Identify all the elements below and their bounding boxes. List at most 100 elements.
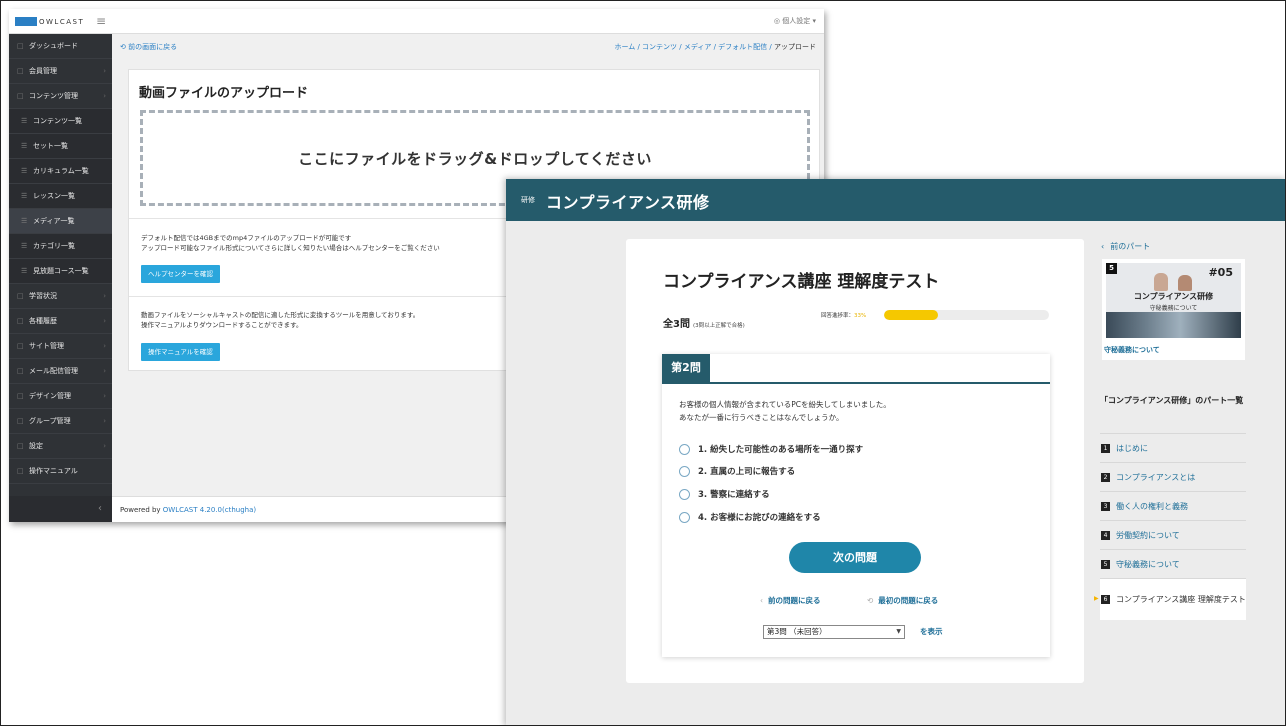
sidebar-item[interactable]: ☰ コンテンツ一覧: [9, 109, 112, 134]
choice-2[interactable]: 2. 直属の上司に報告する: [679, 464, 795, 478]
sidebar-item-label: メール配信管理: [29, 367, 78, 375]
upload-title: 動画ファイルのアップロード: [139, 86, 309, 101]
menu-icon: □: [17, 92, 24, 100]
sidebar-item[interactable]: □ ダッシュボード: [9, 34, 112, 59]
prev-part-card[interactable]: 5 #05 コンプライアンス研修 守秘義務について 守秘義務について: [1102, 259, 1245, 360]
radio-button[interactable]: [679, 465, 690, 477]
part-list-item[interactable]: 2 コンプライアンスとは: [1100, 462, 1246, 491]
breadcrumb-links[interactable]: ホーム / コンテンツ / メディア / デフォルト配信 /: [614, 43, 774, 51]
radio-button[interactable]: [679, 488, 690, 500]
chevron-down-icon: ▼: [896, 628, 901, 635]
pass-note: (3問以上正解で合格): [692, 323, 745, 329]
sidebar-item-label: 見放題コース一覧: [33, 267, 89, 275]
sidebar-item-label: ダッシュボード: [29, 42, 78, 50]
choice-1[interactable]: 1. 紛失した可能性のある場所を一通り探す: [679, 442, 863, 456]
sidebar-item-label: 会員管理: [29, 67, 57, 75]
sidebar-item[interactable]: ☰ セット一覧: [9, 134, 112, 159]
part-thumbnail[interactable]: 5 #05 コンプライアンス研修 守秘義務について: [1106, 263, 1241, 338]
show-question-link[interactable]: を表示: [920, 626, 943, 637]
sidebar-item[interactable]: □ 操作マニュアル: [9, 459, 112, 484]
part-number-badge: 3: [1101, 501, 1110, 511]
footer-prefix: Powered by: [120, 506, 163, 514]
total-count: 全3問: [663, 319, 690, 330]
part-number-badge: 1: [1101, 443, 1110, 453]
menu-icon: □: [17, 467, 24, 475]
question-box: 第2問 お客様の個人情報が含まれているPCを紛失してしまいました。 あなたが一番…: [662, 354, 1050, 657]
question-select[interactable]: 第3問 （未回答） ▼: [763, 625, 905, 639]
part-list-item[interactable]: 1 はじめに: [1100, 433, 1246, 462]
rate-value: 33%: [854, 313, 867, 319]
progress-bar-fill: [884, 310, 939, 320]
current-marker-icon: ▶: [1094, 595, 1099, 602]
list-icon: ☰: [21, 117, 28, 125]
prev-part-link[interactable]: ‹ 前のパート: [1101, 241, 1150, 252]
part-label: コンプライアンスとは: [1116, 472, 1196, 482]
sidebar-item[interactable]: □ サイト管理 ›: [9, 334, 112, 359]
prev-part-title-link[interactable]: 守秘義務について: [1104, 345, 1160, 355]
sidebar-item[interactable]: □ 会員管理 ›: [9, 59, 112, 84]
prev-question-link[interactable]: ‹ 前の問題に戻る: [760, 595, 821, 606]
sidebar-collapse-icon[interactable]: ‹: [9, 496, 112, 522]
part-number-badge: 4: [1101, 530, 1110, 540]
sidebar-item[interactable]: ☰ カリキュラム一覧: [9, 159, 112, 184]
chevron-right-icon: ›: [103, 392, 106, 400]
choice-4[interactable]: 4. お客様にお詫びの連絡をする: [679, 510, 821, 524]
part-number-badge: 2: [1101, 472, 1110, 482]
menu-icon: □: [17, 292, 24, 300]
next-question-button[interactable]: 次の問題: [789, 542, 921, 573]
sidebar-item[interactable]: □ グループ管理 ›: [9, 409, 112, 434]
sidebar-item[interactable]: □ メール配信管理 ›: [9, 359, 112, 384]
course-tag: 研修: [521, 196, 535, 204]
sidebar-item[interactable]: □ コンテンツ管理 ›: [9, 84, 112, 109]
chevron-right-icon: ›: [103, 442, 106, 450]
footer-version-link[interactable]: OWLCAST 4.20.0(cthugha): [163, 506, 256, 514]
part-list-item[interactable]: 3 働く人の権利と義務: [1100, 491, 1246, 520]
manual-button[interactable]: 操作マニュアルを確認: [141, 343, 220, 361]
sidebar-item[interactable]: □ 学習状況 ›: [9, 284, 112, 309]
chevron-right-icon: ›: [103, 67, 106, 75]
restart-icon: ⟲: [867, 596, 874, 605]
owlcast-logo[interactable]: OWLCAST: [15, 15, 84, 28]
part-list-item[interactable]: 4 労働契約について: [1100, 520, 1246, 549]
radio-button[interactable]: [679, 511, 690, 523]
convert-info-text: 動画ファイルをソーシャルキャストの配信に適した形式に変換するツールを用意しており…: [141, 310, 419, 330]
back-link-label: 前の画面に戻る: [128, 43, 178, 51]
back-link[interactable]: ⟲ 前の画面に戻る: [120, 42, 177, 52]
part-label: 守秘義務について: [1116, 559, 1180, 569]
chevron-left-icon: ‹: [1101, 242, 1105, 251]
sidebar-item[interactable]: □ 各種履歴 ›: [9, 309, 112, 334]
hamburger-menu-icon[interactable]: ≡: [96, 14, 106, 28]
part-list-title: 「コンプライアンス研修」のパート一覧: [1100, 396, 1244, 405]
sidebar-item[interactable]: ☰ カテゴリ一覧: [9, 234, 112, 259]
part-list-item[interactable]: 5 守秘義務について: [1100, 549, 1246, 578]
sidebar-item[interactable]: ☰ メディア一覧: [9, 209, 112, 234]
list-icon: ☰: [21, 167, 28, 175]
sidebar-item-label: カリキュラム一覧: [33, 167, 89, 175]
radio-button[interactable]: [679, 443, 690, 455]
sidebar-item[interactable]: ☰ レッスン一覧: [9, 184, 112, 209]
list-icon: ☰: [21, 192, 28, 200]
choice-3[interactable]: 3. 警察に連絡する: [679, 487, 770, 501]
choice-label: 3. 警察に連絡する: [698, 490, 770, 500]
choice-label: 4. お客様にお詫びの連絡をする: [698, 513, 821, 523]
thumbnail-photo: [1106, 312, 1241, 338]
sidebar-item-label: メディア一覧: [33, 217, 75, 225]
convert-info-line-2: 操作マニュアルよりダウンロードすることができます。: [141, 321, 303, 329]
sidebar-item-label: 操作マニュアル: [29, 467, 78, 475]
prev-question-label: 前の問題に戻る: [768, 596, 821, 605]
list-icon: ☰: [21, 217, 28, 225]
first-question-link[interactable]: ⟲ 最初の問題に戻る: [867, 595, 938, 606]
sidebar-item[interactable]: □ デザイン管理 ›: [9, 384, 112, 409]
menu-icon: □: [17, 317, 24, 325]
help-center-button[interactable]: ヘルプセンターを確認: [141, 265, 220, 283]
first-question-label: 最初の問題に戻る: [878, 596, 939, 605]
sidebar-item[interactable]: □ 設定 ›: [9, 434, 112, 459]
chevron-right-icon: ›: [103, 342, 106, 350]
breadcrumb-current: アップロード: [774, 43, 816, 51]
user-settings-menu[interactable]: ◎ 個人設定 ▾: [774, 16, 816, 26]
sidebar-item[interactable]: ☰ 見放題コース一覧: [9, 259, 112, 284]
menu-icon: □: [17, 67, 24, 75]
part-list: 1 はじめに 2 コンプライアンスとは 3 働く人の権利と義務 4 労働契約について 5 守秘義務…: [1094, 433, 1246, 620]
chevron-left-icon: ‹: [760, 596, 763, 605]
question-total: 全3問 (3問以上正解で合格): [663, 315, 745, 330]
